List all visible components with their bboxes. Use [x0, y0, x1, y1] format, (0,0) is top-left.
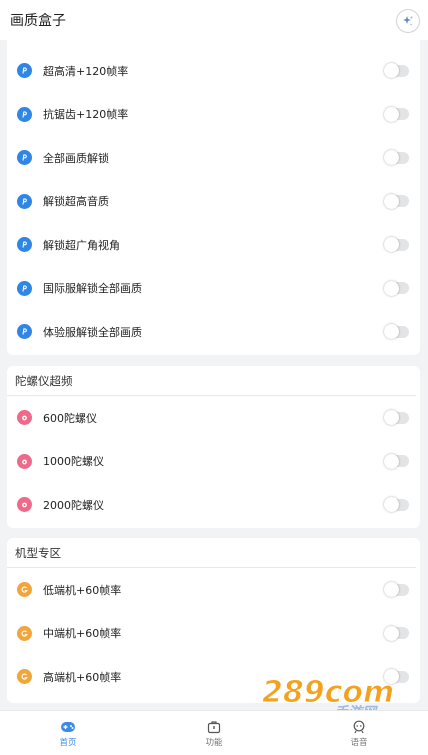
list-item-label: 解锁超广角视角: [43, 238, 120, 252]
list-item-label: 600陀螺仪: [43, 411, 97, 425]
toggle-switch[interactable]: [384, 324, 409, 340]
list-item-label: 解锁超高音质: [43, 195, 109, 209]
p-badge-icon: [17, 63, 32, 79]
list-item[interactable]: 解锁超高音质: [7, 180, 420, 224]
toggle-switch[interactable]: [384, 193, 409, 209]
section-title: 陀螺仪超频: [7, 366, 416, 396]
list-item[interactable]: 600陀螺仪: [7, 396, 420, 440]
p-badge-icon: [17, 280, 32, 296]
toggle-switch[interactable]: [384, 150, 409, 166]
gyro-badge-icon: [17, 497, 32, 513]
list-item[interactable]: 超高清+120帧率: [7, 49, 420, 93]
list-item[interactable]: 解锁超广角视角: [7, 223, 420, 267]
toggle-switch[interactable]: [384, 453, 409, 469]
toggle-switch[interactable]: [384, 410, 409, 426]
list-item-label: 国际服解锁全部画质: [43, 282, 142, 296]
list-item-label: 抗锯齿+120帧率: [43, 108, 129, 122]
gyro-badge-icon: [17, 410, 32, 426]
headset-icon: [353, 720, 365, 733]
toolbox-icon: [207, 720, 221, 733]
section-card-quality: 超高清+120帧率 抗锯齿+120帧率 全部画质解锁 解锁超高音质 解锁超广角视…: [7, 40, 420, 355]
g-badge-icon: [17, 582, 32, 598]
toggle-switch[interactable]: [384, 63, 409, 79]
gamepad-icon: [61, 721, 75, 732]
list-item-label: 1000陀螺仪: [43, 455, 104, 469]
toggle-switch[interactable]: [384, 582, 409, 598]
tab-features[interactable]: 功能: [184, 711, 244, 755]
bottom-tab-bar: 首页 功能 语音: [0, 710, 428, 755]
toggle-switch[interactable]: [384, 497, 409, 513]
content-scroll[interactable]: 超高清+120帧率 抗锯齿+120帧率 全部画质解锁 解锁超高音质 解锁超广角视…: [0, 40, 428, 710]
p-badge-icon: [17, 324, 32, 340]
p-badge-icon: [17, 193, 32, 209]
g-badge-icon: [17, 669, 32, 685]
list-item[interactable]: 2000陀螺仪: [7, 483, 420, 527]
list-item-label: 体验服解锁全部画质: [43, 325, 142, 339]
tab-label: 首页: [59, 737, 77, 748]
tab-voice[interactable]: 语音: [329, 711, 389, 755]
section-title: 机型专区: [7, 538, 416, 568]
section-card-gyro: 陀螺仪超频 600陀螺仪 1000陀螺仪 2000陀螺仪: [7, 366, 420, 528]
p-badge-icon: [17, 106, 32, 122]
g-badge-icon: [17, 625, 32, 641]
list-item-label: 全部画质解锁: [43, 151, 109, 165]
list-item-label: 超高清+120帧率: [43, 64, 129, 78]
list-item-label: 低端机+60帧率: [43, 583, 122, 597]
list-item[interactable]: 全部画质解锁: [7, 136, 420, 180]
list-item[interactable]: 体验服解锁全部画质: [7, 310, 420, 354]
list-item-label: 高端机+60帧率: [43, 670, 122, 684]
sparkle-icon: [403, 16, 413, 26]
list-item[interactable]: 中端机+60帧率: [7, 612, 420, 656]
settings-button[interactable]: [396, 9, 420, 33]
list-item-label: 2000陀螺仪: [43, 498, 104, 512]
list-item[interactable]: 抗锯齿+120帧率: [7, 93, 420, 137]
list-item-label: 中端机+60帧率: [43, 627, 122, 641]
p-badge-icon: [17, 237, 32, 253]
tab-home[interactable]: 首页: [38, 711, 98, 755]
app-header: 画质盒子: [0, 0, 428, 40]
tab-label: 语音: [350, 737, 368, 748]
toggle-switch[interactable]: [384, 280, 409, 296]
page-title: 画质盒子: [10, 13, 66, 29]
toggle-switch[interactable]: [384, 106, 409, 122]
gyro-badge-icon: [17, 453, 32, 469]
toggle-switch[interactable]: [384, 625, 409, 641]
toggle-switch[interactable]: [384, 237, 409, 253]
tab-label: 功能: [205, 737, 223, 748]
list-item[interactable]: 国际服解锁全部画质: [7, 267, 420, 311]
list-item[interactable]: 1000陀螺仪: [7, 440, 420, 484]
p-badge-icon: [17, 150, 32, 166]
list-item[interactable]: 低端机+60帧率: [7, 568, 420, 612]
